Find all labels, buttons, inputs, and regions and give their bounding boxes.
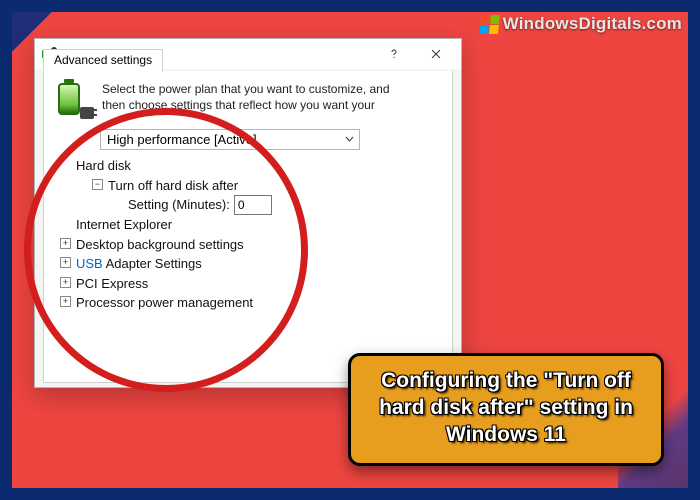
power-plan-select[interactable]: High performance [Active] (100, 129, 360, 150)
intro-text: Select the power plan that you want to c… (102, 81, 390, 119)
dialog-content: Select the power plan that you want to c… (44, 71, 452, 382)
tab-container: Advanced settings Select the power plan … (43, 71, 453, 383)
chevron-down-icon (345, 136, 354, 142)
stage: Power Options Advanced settings Select t… (0, 0, 700, 500)
tree-label: Desktop background settings (76, 237, 244, 252)
intro-line-2: then choose settings that reflect how yo… (102, 98, 375, 112)
setting-minutes-input[interactable] (234, 195, 272, 215)
caption-text: Configuring the "Turn off hard disk afte… (367, 368, 645, 449)
setting-minutes-row: Setting (Minutes): (128, 195, 440, 215)
tree-label: PCI Express (76, 276, 148, 291)
tree-label-prefix: USB (76, 256, 103, 271)
tree-label: Hard disk (76, 158, 131, 173)
watermark: WindowsDigitals.com (474, 12, 688, 36)
expand-icon[interactable]: + (60, 238, 71, 249)
expand-icon[interactable]: + (60, 277, 71, 288)
tree-label: Adapter Settings (106, 256, 202, 271)
tree-pci-express[interactable]: + PCI Express (60, 274, 440, 294)
watermark-text: WindowsDigitals.com (503, 14, 682, 34)
collapse-icon[interactable]: − (92, 179, 103, 190)
tree-label: Processor power management (76, 295, 253, 310)
tree-internet-explorer[interactable]: Internet Explorer (60, 215, 440, 235)
close-button[interactable] (415, 39, 457, 69)
tree-label: Internet Explorer (76, 217, 172, 232)
windows-logo-icon (479, 15, 500, 34)
tree-processor-power[interactable]: + Processor power management (60, 293, 440, 313)
intro-line-1: Select the power plan that you want to c… (102, 82, 390, 96)
settings-tree[interactable]: Hard disk − Turn off hard disk after Set… (60, 156, 440, 313)
tab-advanced-settings[interactable]: Advanced settings (43, 49, 163, 72)
expand-icon[interactable]: + (60, 296, 71, 307)
power-plan-selected: High performance [Active] (100, 129, 360, 150)
tree-desktop-background[interactable]: + Desktop background settings (60, 235, 440, 255)
tree-label: Turn off hard disk after (108, 178, 238, 193)
tree-hard-disk[interactable]: Hard disk − Turn off hard disk after Set… (60, 156, 440, 215)
tree-adapter-usb[interactable]: + USB Adapter Settings (60, 254, 440, 274)
help-button[interactable] (373, 39, 415, 69)
setting-label: Setting (Minutes): (128, 195, 230, 215)
tree-turn-off-hard-disk[interactable]: − Turn off hard disk after Setting (Minu… (92, 176, 440, 216)
tabs: Advanced settings (43, 49, 165, 72)
power-options-dialog: Power Options Advanced settings Select t… (34, 38, 462, 388)
expand-icon[interactable]: + (60, 257, 71, 268)
caption-box: Configuring the "Turn off hard disk afte… (348, 353, 664, 466)
battery-plan-icon (56, 81, 94, 119)
